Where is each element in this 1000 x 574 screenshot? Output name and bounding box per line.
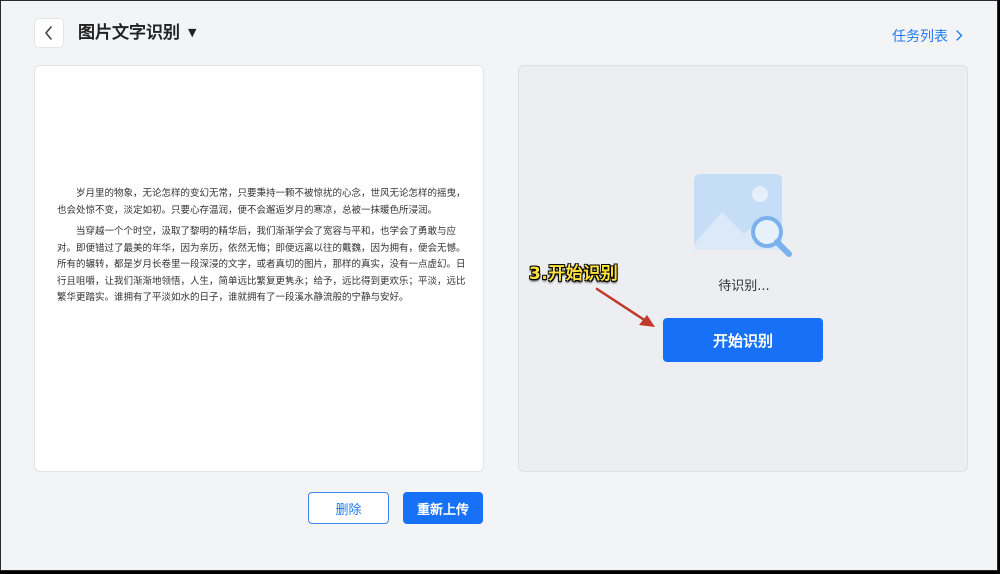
annotation-label: 3.开始识别 [529, 264, 619, 284]
header: 图片文字识别 ▼ 任务列表 [1, 1, 997, 65]
app-window: 图片文字识别 ▼ 任务列表 岁月里的物象，无论怎样的变幻无常，只要秉持一颗不被惊扰… [0, 0, 998, 571]
reupload-button[interactable]: 重新上传 [403, 492, 483, 524]
document-preview: 岁月里的物象，无论怎样的变幻无常，只要秉持一颗不被惊扰的心念，世风无论怎样的摇曳… [57, 186, 469, 312]
annotation-arrow-icon [595, 287, 655, 327]
back-button[interactable] [34, 18, 64, 48]
image-preview-panel: 岁月里的物象，无论怎样的变幻无常，只要秉持一颗不被惊扰的心念，世风无论怎样的摇曳… [34, 65, 484, 472]
caret-down-icon: ▼ [188, 26, 197, 39]
document-paragraph: 岁月里的物象，无论怎样的变幻无常，只要秉持一颗不被惊扰的心念，世风无论怎样的摇曳… [57, 188, 466, 216]
page-title[interactable]: 图片文字识别 ▼ [78, 21, 196, 45]
task-list-link[interactable]: 任务列表 [892, 27, 963, 47]
chevron-right-icon [956, 27, 963, 47]
document-paragraph: 当穿越一个个时空，汲取了黎明的精华后，我们渐渐学会了宽容与平和，也学会了勇敢与应… [57, 226, 466, 303]
image-search-icon [694, 174, 792, 257]
task-list-label: 任务列表 [892, 29, 948, 45]
delete-button[interactable]: 删除 [308, 492, 389, 524]
start-recognition-button[interactable]: 开始识别 [663, 318, 823, 362]
chevron-left-icon [45, 26, 52, 40]
page-title-text: 图片文字识别 [78, 23, 180, 43]
